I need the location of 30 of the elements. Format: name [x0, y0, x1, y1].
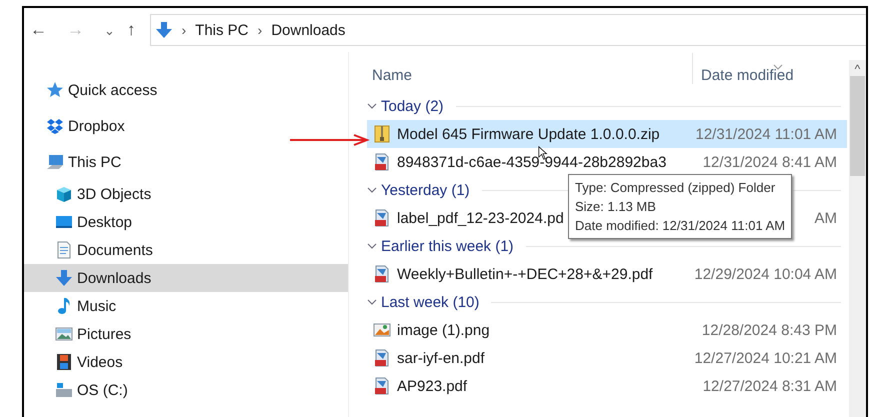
file-name: label_pdf_12-23-2024.pd — [397, 210, 564, 226]
breadcrumb-separator: › — [180, 22, 188, 38]
file-name: Model 645 Firmware Update 1.0.0.0.zip — [397, 126, 660, 142]
file-name: AP923.pdf — [397, 378, 468, 394]
nav-label: 3D Objects — [77, 186, 152, 202]
nav-label: Videos — [77, 354, 123, 370]
nav-label: Pictures — [77, 326, 132, 342]
tooltip-text: Size: 1.13 MB — [575, 198, 657, 216]
date-modified: 12/31/2024 11:01 AM — [695, 126, 837, 142]
breadcrumb-separator: › — [256, 22, 264, 38]
nav-label: Downloads — [77, 270, 152, 286]
date-modified: 12/31/2024 8:41 AM — [702, 154, 837, 170]
date-modified: 12/27/2024 10:21 AM — [694, 350, 837, 366]
nav-label: OS (C:) — [77, 382, 128, 398]
nav-label: Music — [77, 298, 116, 314]
tooltip-text: Type: Compressed (zipped) Folder — [575, 179, 776, 197]
date-modified: 12/29/2024 10:04 AM — [694, 266, 837, 282]
date-modified: AM — [814, 210, 837, 226]
date-modified: 12/27/2024 8:31 AM — [702, 378, 837, 394]
file-name: 8948371d-c6ae-4359-9944-28b2892ba3 — [397, 154, 666, 170]
file-name: sar-iyf-en.pdf — [397, 350, 485, 366]
file-name: image (1).png — [397, 322, 490, 338]
nav-label: Desktop — [77, 214, 132, 230]
file-name: Weekly+Bulletin+-+DEC+28+&+29.pdf — [397, 266, 653, 282]
nav-label: This PC — [68, 154, 122, 170]
date-modified: 12/28/2024 8:43 PM — [702, 322, 837, 338]
nav-label: Quick access — [68, 82, 158, 98]
nav-label: Dropbox — [68, 118, 125, 134]
nav-label: Documents — [77, 242, 153, 258]
tooltip-text: Date modified: 12/31/2024 11:01 AM — [575, 217, 786, 235]
